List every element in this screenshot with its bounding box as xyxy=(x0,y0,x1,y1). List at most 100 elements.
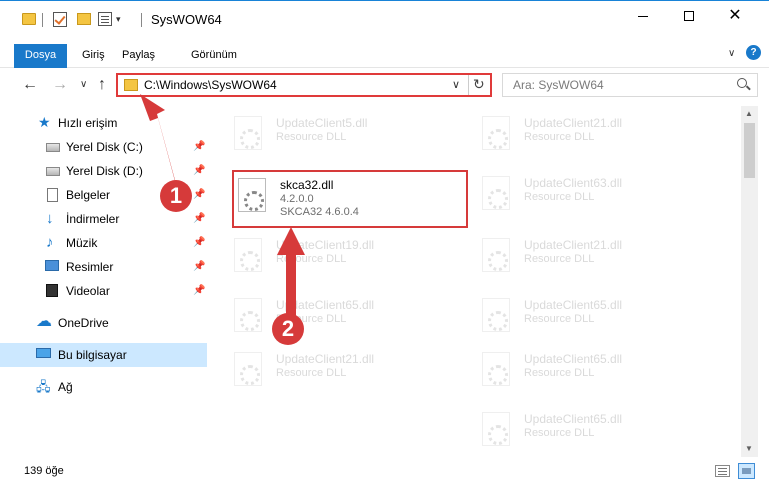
tab-file[interactable]: Dosya xyxy=(14,44,67,68)
pin-icon[interactable]: 📌 xyxy=(193,237,205,248)
up-arrow-icon[interactable]: ↑ xyxy=(98,76,106,94)
recent-locations-chevron-icon[interactable]: ∨ xyxy=(80,79,87,90)
file-type: Resource DLL xyxy=(524,191,595,203)
address-divider xyxy=(468,75,469,95)
dll-file-icon xyxy=(234,238,262,272)
sidebar-item-music[interactable]: ♪ Müzik 📌 xyxy=(0,231,207,255)
tab-home[interactable]: Giriş xyxy=(72,44,115,68)
list-item[interactable]: UpdateClient5.dll Resource DLL xyxy=(230,110,470,162)
file-description: SKCA32 4.6.0.4 xyxy=(280,206,359,218)
pin-icon[interactable]: 📌 xyxy=(193,189,205,200)
pin-icon[interactable]: 📌 xyxy=(193,213,205,224)
sidebar-item-label: Resimler xyxy=(66,260,114,274)
dll-file-icon xyxy=(482,352,510,386)
star-icon: ★ xyxy=(38,114,51,130)
file-type: Resource DLL xyxy=(524,253,595,265)
list-item[interactable]: UpdateClient21.dll Resource DLL xyxy=(478,232,718,284)
ribbon-tabs: Dosya Giriş Paylaş Görünüm ∨ ? xyxy=(0,38,769,68)
pin-icon[interactable]: 📌 xyxy=(193,165,205,176)
details-view-icon[interactable] xyxy=(715,465,730,477)
refresh-icon[interactable]: ↻ xyxy=(473,76,485,93)
sidebar-item-label: OneDrive xyxy=(58,316,109,330)
new-folder-icon[interactable] xyxy=(77,13,91,25)
sidebar-item-quick-access[interactable]: ★ Hızlı erişim xyxy=(0,111,207,135)
tab-share[interactable]: Paylaş xyxy=(112,44,165,68)
file-name: UpdateClient65.dll xyxy=(524,352,623,366)
maximize-icon xyxy=(684,11,694,21)
back-arrow-icon[interactable]: ← xyxy=(22,76,38,94)
window-title: SysWOW64 xyxy=(151,12,222,27)
maximize-button[interactable] xyxy=(666,1,712,31)
address-path[interactable]: C:\Windows\SysWOW64 xyxy=(144,78,277,92)
file-name: UpdateClient63.dll xyxy=(524,176,623,190)
dll-file-icon xyxy=(482,298,510,332)
sidebar-item-label: Hızlı erişim xyxy=(58,116,118,130)
sidebar-item-label: Belgeler xyxy=(66,188,111,202)
list-item[interactable]: UpdateClient19.dll Resource DLL xyxy=(230,232,470,284)
list-item[interactable]: UpdateClient21.dll Resource DLL xyxy=(478,110,718,162)
scrollbar-thumb[interactable] xyxy=(744,123,755,178)
dll-file-icon xyxy=(482,412,510,446)
pictures-icon xyxy=(45,260,59,271)
file-name: UpdateClient21.dll xyxy=(524,238,623,252)
file-name: skca32.dll xyxy=(280,178,334,192)
navigation-pane: ★ Hızlı erişim Yerel Disk (C:) 📌 Yerel D… xyxy=(0,106,207,457)
highlighted-file-skca32[interactable]: skca32.dll 4.2.0.0 SKCA32 4.6.0.4 xyxy=(232,170,468,228)
network-icon: 🖧 xyxy=(36,379,51,394)
file-name: UpdateClient65.dll xyxy=(524,298,623,312)
help-button[interactable]: ? xyxy=(746,45,761,60)
sidebar-item-label: Müzik xyxy=(66,236,98,250)
tab-view[interactable]: Görünüm xyxy=(181,44,247,68)
tiles-view-icon[interactable] xyxy=(738,463,755,479)
scroll-up-arrow-icon[interactable]: ▲ xyxy=(745,109,753,118)
list-item[interactable]: UpdateClient65.dll Resource DLL xyxy=(230,292,470,344)
sidebar-item-this-pc[interactable]: Bu bilgisayar xyxy=(0,343,207,367)
properties-check-icon[interactable] xyxy=(53,12,67,27)
file-name: UpdateClient21.dll xyxy=(524,116,623,130)
list-item[interactable]: UpdateClient65.dll Resource DLL xyxy=(478,346,718,398)
pin-icon[interactable]: 📌 xyxy=(193,261,205,272)
close-button[interactable]: ✕ xyxy=(712,1,758,31)
sidebar-item-videos[interactable]: Videolar 📌 xyxy=(0,279,207,303)
properties-icon[interactable] xyxy=(98,12,112,26)
sidebar-item-network[interactable]: 🖧 Ağ xyxy=(0,375,207,399)
sidebar-item-onedrive[interactable]: ☁ OneDrive xyxy=(0,311,207,335)
list-item[interactable]: UpdateClient21.dll Resource DLL xyxy=(230,346,470,398)
sidebar-item-local-disk-c[interactable]: Yerel Disk (C:) 📌 xyxy=(0,135,207,159)
step-1-badge: 1 xyxy=(160,180,192,212)
sidebar-item-label: Yerel Disk (C:) xyxy=(66,140,143,154)
file-type: Resource DLL xyxy=(524,131,595,143)
list-item[interactable]: UpdateClient65.dll Resource DLL xyxy=(478,406,718,457)
document-icon xyxy=(47,188,58,202)
search-icon xyxy=(737,78,747,88)
dll-file-icon xyxy=(238,178,266,212)
file-type: Resource DLL xyxy=(524,427,595,439)
folder-icon xyxy=(22,13,36,25)
dll-file-icon xyxy=(234,298,262,332)
sidebar-item-pictures[interactable]: Resimler 📌 xyxy=(0,255,207,279)
dll-file-icon xyxy=(482,176,510,210)
list-item[interactable]: UpdateClient63.dll Resource DLL xyxy=(478,170,718,222)
address-bar[interactable]: C:\Windows\SysWOW64 ∨ ↻ xyxy=(116,73,492,97)
pin-icon[interactable]: 📌 xyxy=(193,141,205,152)
pin-icon[interactable]: 📌 xyxy=(193,285,205,296)
dll-file-icon xyxy=(234,352,262,386)
minimize-button[interactable] xyxy=(620,1,666,31)
search-input[interactable]: Ara: SysWOW64 xyxy=(502,73,758,97)
step-2-badge: 2 xyxy=(272,313,304,345)
address-history-chevron-icon[interactable]: ∨ xyxy=(452,78,460,91)
file-name: UpdateClient65.dll xyxy=(276,298,375,312)
forward-arrow-icon[interactable]: → xyxy=(52,76,68,94)
file-list: UpdateClient5.dll Resource DLL UpdateCli… xyxy=(208,106,741,457)
customize-toolbar-chevron-icon[interactable]: ▾ xyxy=(116,14,121,32)
file-version: 4.2.0.0 xyxy=(280,193,314,205)
navigation-bar: ← → ∨ ↑ C:\Windows\SysWOW64 ∨ ↻ Ara: Sys… xyxy=(0,68,769,104)
list-item[interactable]: UpdateClient65.dll Resource DLL xyxy=(478,292,718,344)
expand-ribbon-chevron-icon[interactable]: ∨ xyxy=(728,48,735,59)
file-type: Resource DLL xyxy=(524,367,595,379)
file-type: Resource DLL xyxy=(524,313,595,325)
download-icon: ↓ xyxy=(46,210,54,227)
scroll-down-arrow-icon[interactable]: ▼ xyxy=(745,444,753,453)
vertical-scrollbar[interactable]: ▲ ▼ xyxy=(741,106,758,457)
drive-icon xyxy=(46,143,60,152)
